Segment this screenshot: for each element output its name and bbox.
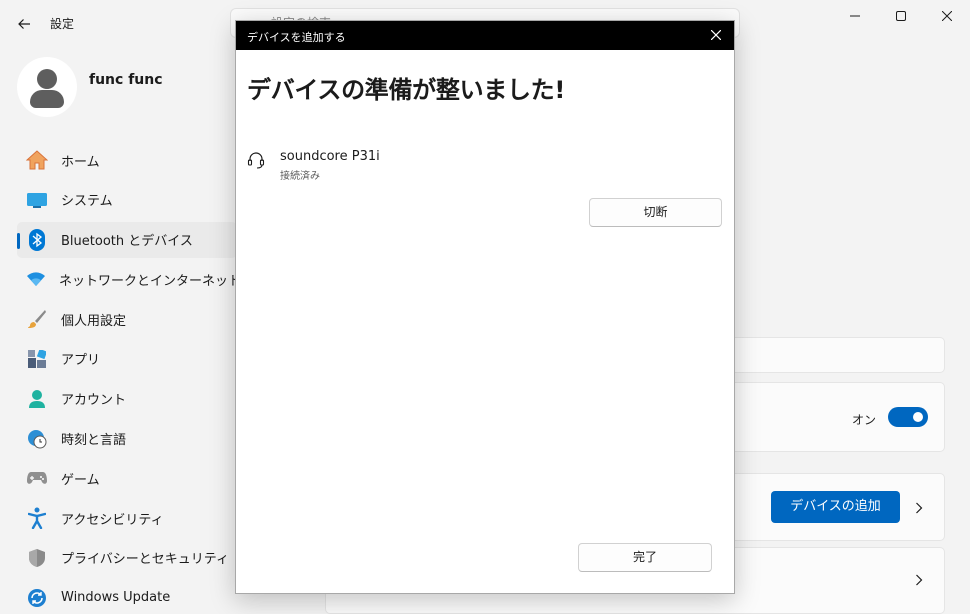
dialog-title: デバイスを追加する: [247, 31, 346, 44]
chevron-right-icon[interactable]: [912, 573, 926, 587]
device-name: soundcore P31i: [280, 149, 380, 164]
sidebar-item-time-language[interactable]: 時刻と言語: [17, 421, 237, 457]
sidebar-item-privacy-security[interactable]: プライバシーとセキュリティ: [17, 540, 237, 576]
minimize-button[interactable]: [832, 0, 878, 32]
sidebar-item-label: プライバシーとセキュリティ: [61, 552, 229, 568]
home-icon: [26, 149, 48, 171]
sidebar-item-label: ゲーム: [61, 472, 100, 488]
window-controls: [832, 0, 970, 32]
dialog-heading: デバイスの準備が整いました!: [247, 76, 566, 104]
close-button[interactable]: [924, 0, 970, 32]
sidebar-item-home[interactable]: ホーム: [17, 142, 237, 178]
sidebar-item-label: 個人用設定: [61, 313, 127, 329]
sidebar-item-system[interactable]: システム: [17, 182, 237, 218]
connected-device: soundcore P31i 接続済み: [247, 149, 717, 183]
account-icon: [26, 388, 48, 410]
sidebar-item-label: システム: [61, 194, 113, 210]
device-status: 接続済み: [280, 171, 320, 182]
wifi-icon: [26, 268, 46, 290]
back-button[interactable]: [10, 10, 38, 38]
bluetooth-icon: [26, 228, 48, 251]
sidebar-item-label: アクセシビリティ: [61, 512, 164, 528]
brush-icon: [26, 308, 48, 330]
sidebar-item-gaming[interactable]: ゲーム: [17, 460, 237, 496]
sidebar-nav: ホーム システム Bluetooth とデバイス ネットワークとインターネット …: [17, 142, 241, 614]
done-button[interactable]: 完了: [578, 543, 712, 572]
gamepad-icon: [26, 467, 48, 489]
sidebar-item-label: アカウント: [61, 393, 127, 409]
sidebar-item-accounts[interactable]: アカウント: [17, 381, 237, 417]
profile-name: func func: [89, 72, 163, 88]
app-title: 設定: [50, 17, 75, 31]
sidebar-item-label: Windows Update: [61, 590, 171, 606]
sidebar-item-bluetooth[interactable]: Bluetooth とデバイス: [17, 221, 237, 258]
sidebar-item-personalization[interactable]: 個人用設定: [17, 301, 237, 337]
apps-icon: [26, 348, 48, 370]
sidebar-item-windows-update[interactable]: Windows Update: [17, 580, 237, 614]
headset-icon: [247, 151, 265, 169]
clock-globe-icon: [26, 428, 48, 450]
sidebar-item-label: Bluetooth とデバイス: [61, 234, 193, 250]
close-icon: [711, 30, 721, 40]
sidebar-item-apps[interactable]: アプリ: [17, 341, 237, 377]
sidebar-item-network[interactable]: ネットワークとインターネット: [17, 261, 241, 297]
maximize-icon: [896, 11, 906, 21]
sidebar-item-label: アプリ: [61, 353, 101, 369]
dialog-titlebar: デバイスを追加する: [236, 21, 734, 50]
avatar: [17, 57, 77, 117]
add-device-button[interactable]: デバイスの追加: [771, 491, 900, 523]
maximize-button[interactable]: [878, 0, 924, 32]
disconnect-button[interactable]: 切断: [589, 198, 722, 227]
sidebar-item-accessibility[interactable]: アクセシビリティ: [17, 500, 237, 536]
sidebar-item-label: ホーム: [61, 154, 100, 170]
dialog-close-button[interactable]: [708, 27, 724, 43]
sidebar-item-label: 時刻と言語: [61, 433, 127, 449]
add-device-dialog: デバイスを追加する デバイスの準備が整いました! soundcore P31i …: [235, 20, 735, 594]
bluetooth-toggle-label: オン: [851, 413, 876, 427]
shield-icon: [26, 547, 48, 569]
sidebar-item-label: ネットワークとインターネット: [59, 273, 242, 289]
update-icon: [26, 587, 48, 609]
back-arrow-icon: [18, 19, 30, 29]
accessibility-icon: [26, 507, 48, 530]
minimize-icon: [850, 15, 860, 17]
bluetooth-toggle[interactable]: [888, 407, 928, 427]
chevron-right-icon[interactable]: [912, 501, 926, 515]
system-icon: [26, 189, 48, 211]
close-icon: [942, 11, 952, 21]
